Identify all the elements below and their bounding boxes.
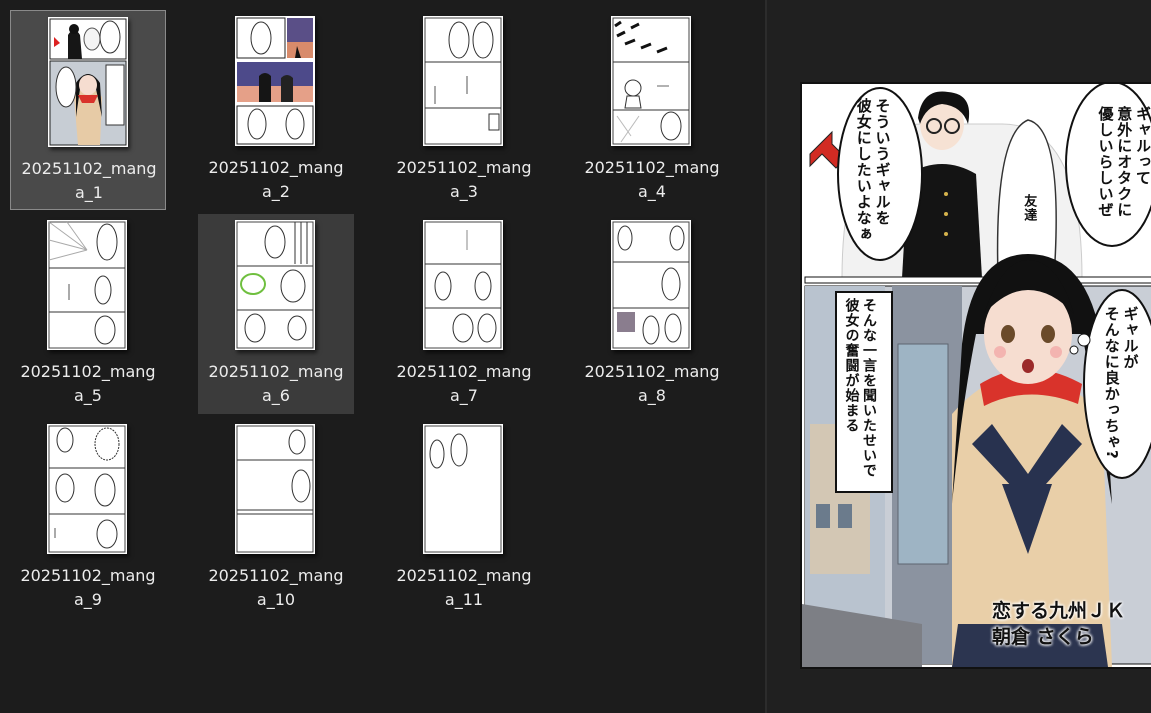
file-tile-manga-7[interactable]: 20251102_manga_7	[386, 214, 542, 414]
file-tile-manga-3[interactable]: 20251102_manga_3	[386, 10, 542, 210]
thumbnail-grid: 20251102_manga_1 20251102_manga_2 202511…	[0, 0, 765, 713]
thumbnail-image-7	[424, 221, 502, 349]
file-thumbnail	[423, 16, 503, 146]
file-tile-manga-1[interactable]: 20251102_manga_1	[10, 10, 166, 210]
file-name-label: 20251102_manga_11	[396, 566, 532, 609]
thumbnail-image-3	[424, 17, 502, 145]
file-name-label: 20251102_manga_1	[21, 159, 157, 202]
thumbnail-image-10	[236, 425, 314, 553]
file-tile-manga-5[interactable]: 20251102_manga_5	[10, 214, 166, 414]
narration-box: そんな一言を聞いたせいで 彼女の奮闘が始まる	[843, 298, 878, 478]
file-thumbnail	[47, 220, 127, 350]
thumbnail-image-5	[48, 221, 126, 349]
thumbnail-image-9	[48, 425, 126, 553]
file-thumbnail	[47, 424, 127, 554]
thumbnail-image-6	[236, 221, 314, 349]
file-tile-manga-4[interactable]: 20251102_manga_4	[574, 10, 730, 210]
thumbnail-image-1	[49, 18, 127, 146]
file-thumbnail	[423, 220, 503, 350]
file-tile-manga-10[interactable]: 20251102_manga_10	[198, 418, 354, 618]
file-name-label: 20251102_manga_2	[208, 158, 344, 201]
file-name-label: 20251102_manga_5	[20, 362, 156, 405]
file-thumbnail	[423, 424, 503, 554]
title-caption-line2: 朝倉 さくら	[992, 626, 1094, 648]
thumbnail-image-11	[424, 425, 502, 553]
thumbnail-image-4	[612, 17, 690, 145]
file-tile-manga-2[interactable]: 20251102_manga_2	[198, 10, 354, 210]
file-thumbnail	[48, 17, 128, 147]
thumbnail-image-2	[236, 17, 314, 145]
thumbnail-image-8	[612, 221, 690, 349]
thought-bubble-gal: ギャルが そんなに良かっちゃ?	[1102, 306, 1140, 460]
title-caption-line1: 恋する九州ＪＫ	[992, 600, 1126, 622]
friend-label: 友達	[1021, 194, 1037, 222]
preview-pane: ギャルって 意外にオタクに 優しいらしいぜ そういうギャルを 彼女にしたいよなぁ…	[767, 0, 1151, 713]
file-name-label: 20251102_manga_4	[584, 158, 720, 201]
file-name-label: 20251102_manga_6	[208, 362, 344, 405]
file-name-label: 20251102_manga_8	[584, 362, 720, 405]
file-tile-manga-11[interactable]: 20251102_manga_11	[386, 418, 542, 618]
file-tile-manga-8[interactable]: 20251102_manga_8	[574, 214, 730, 414]
speech-bubble-gal-otaku: ギャルって 意外にオタクに 優しいらしいぜ	[1096, 106, 1151, 218]
file-thumbnail	[235, 220, 315, 350]
preview-manga-page: ギャルって 意外にオタクに 優しいらしいぜ そういうギャルを 彼女にしたいよなぁ…	[800, 82, 1151, 669]
speech-bubble-want-girlfriend: そういうギャルを 彼女にしたいよなぁ	[854, 98, 892, 242]
file-name-label: 20251102_manga_3	[396, 158, 532, 201]
file-name-label: 20251102_manga_10	[208, 566, 344, 609]
file-name-label: 20251102_manga_9	[20, 566, 156, 609]
file-thumbnail	[235, 16, 315, 146]
file-name-label: 20251102_manga_7	[396, 362, 532, 405]
file-thumbnail	[611, 220, 691, 350]
file-tile-manga-9[interactable]: 20251102_manga_9	[10, 418, 166, 618]
file-thumbnail	[611, 16, 691, 146]
file-tile-manga-6[interactable]: 20251102_manga_6	[198, 214, 354, 414]
file-thumbnail	[235, 424, 315, 554]
